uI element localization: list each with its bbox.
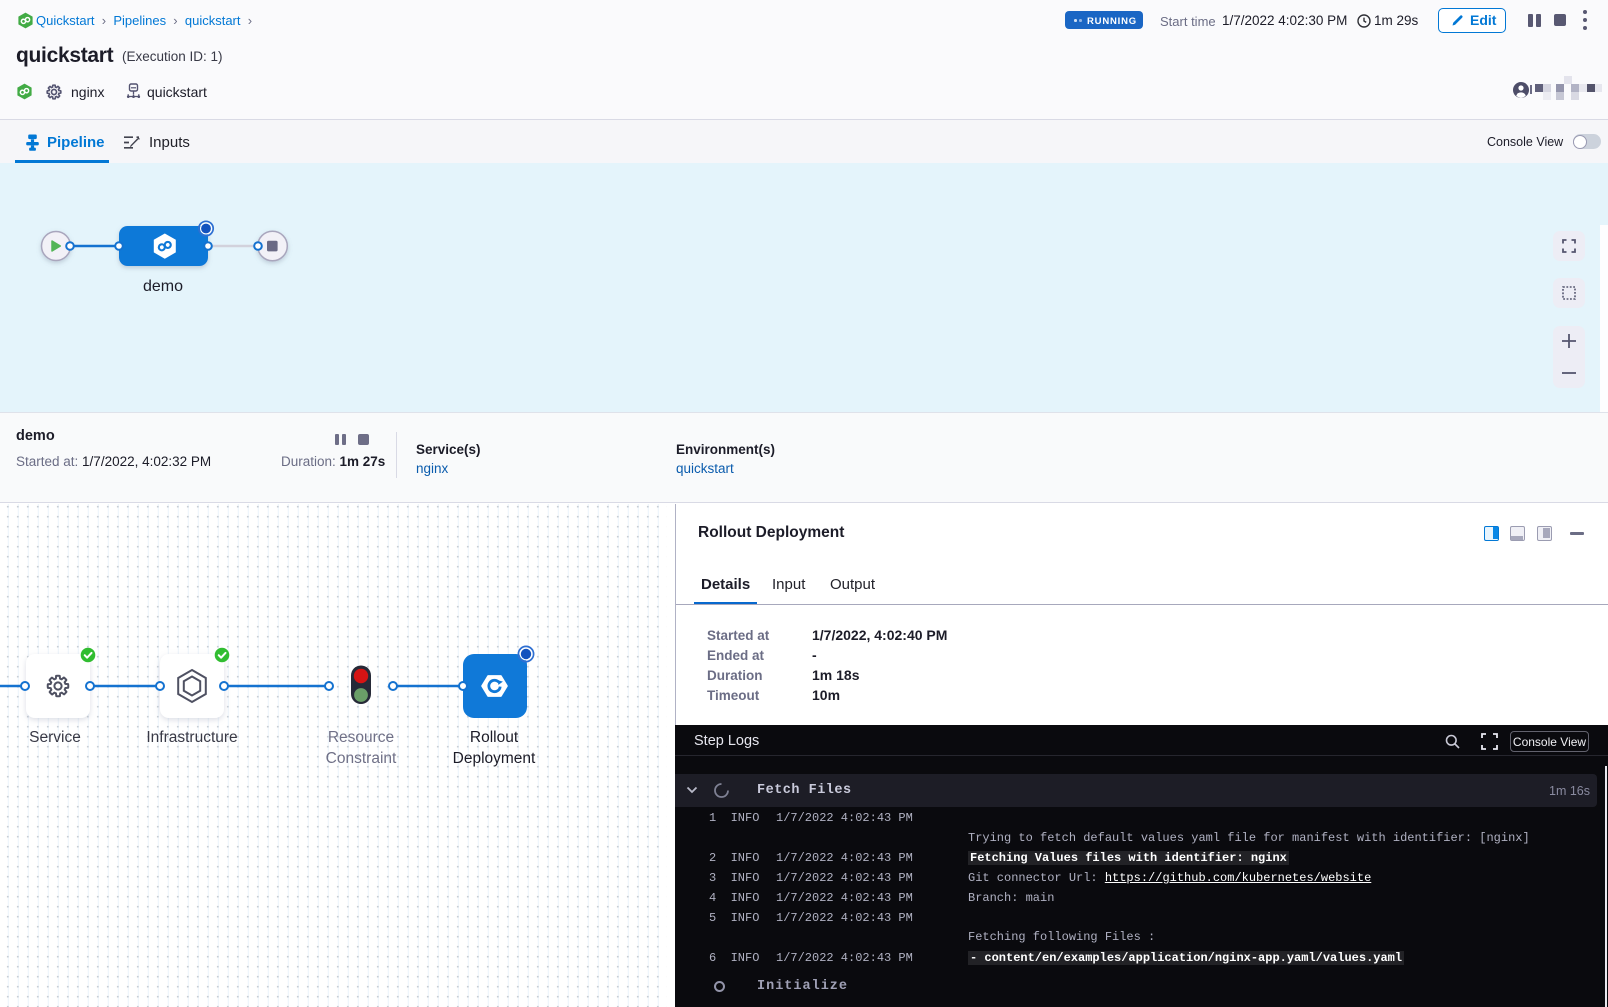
svg-text:Infrastructure: Infrastructure <box>146 729 237 746</box>
svg-text:Service: Service <box>29 729 81 746</box>
svg-text:Deployment: Deployment <box>453 750 536 767</box>
svg-text:demo: demo <box>143 278 183 295</box>
svg-text:Constraint: Constraint <box>326 750 397 767</box>
svg-text:Resource: Resource <box>328 729 394 746</box>
svg-text:Rollout: Rollout <box>470 729 519 746</box>
